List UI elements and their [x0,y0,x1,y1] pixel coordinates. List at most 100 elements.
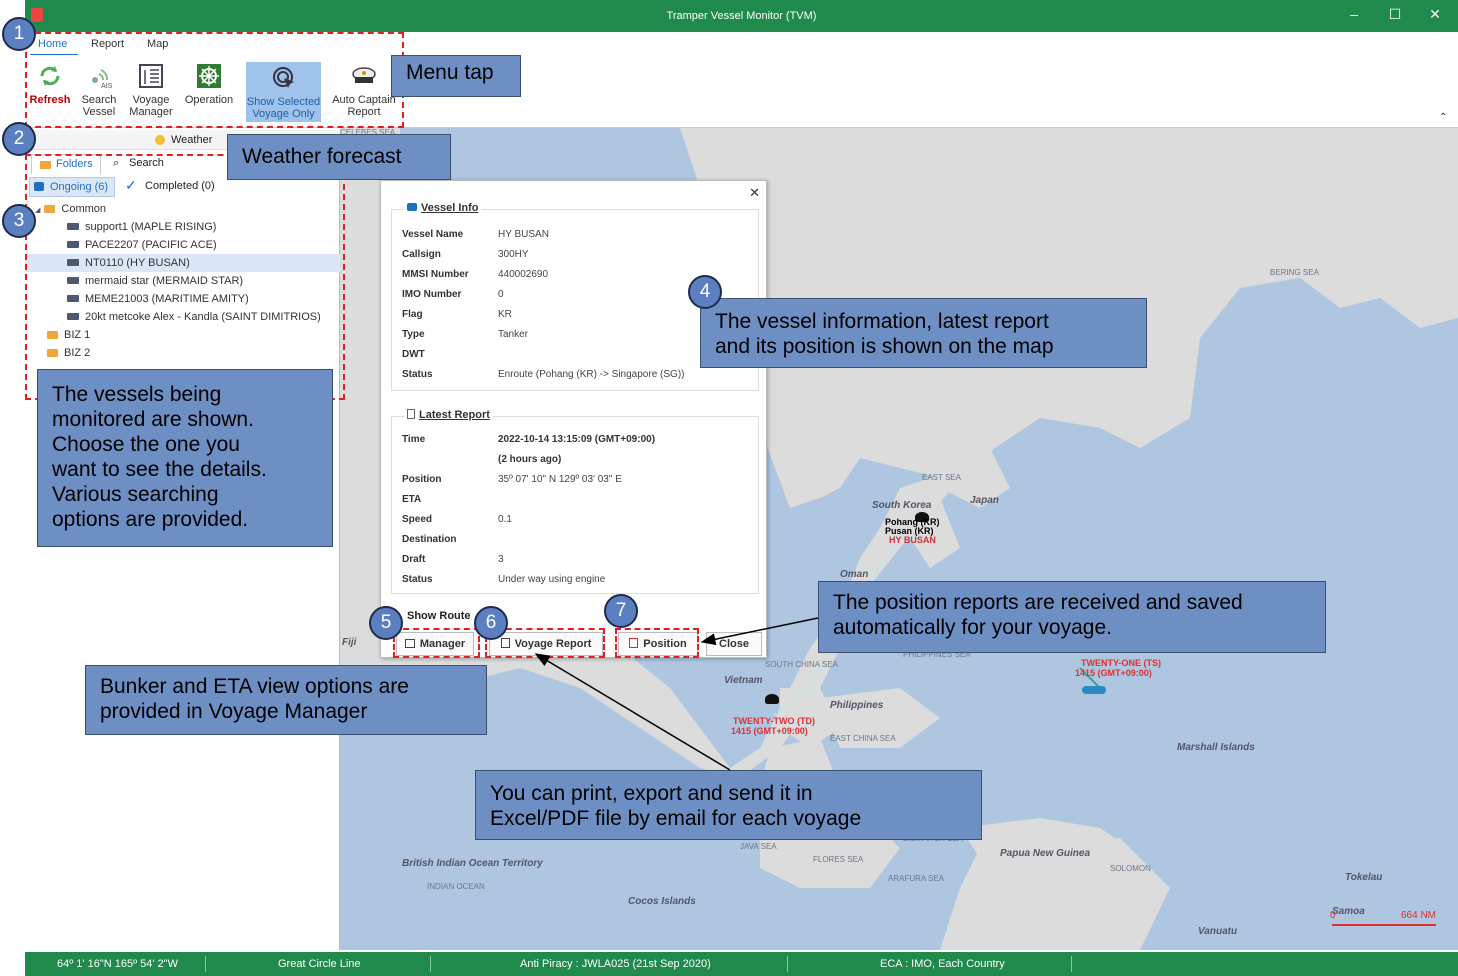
scale-left: 0 [1330,910,1336,921]
map-label: Samoa [1332,906,1365,917]
popup-close-icon[interactable]: ✕ [749,185,760,201]
report-icon [407,409,415,419]
scale-right: 664 NM [1400,910,1436,921]
window-title: Tramper Vessel Monitor (TVM) [666,10,817,22]
info-key: Time [402,434,426,445]
highlight-manager [393,628,480,658]
info-value: Under way using engine [498,574,606,585]
status-anti-piracy[interactable]: Anti Piracy : JWLA025 (21st Sep 2020) [520,958,711,970]
map-label: JAVA SEA [740,842,777,851]
vessel-marker-twenty-two[interactable]: TWENTY-TWO (TD) 1415 (GMT+09:00) [725,692,835,742]
info-value: (2 hours ago) [498,454,562,465]
info-key: IMO Number [402,289,462,300]
map-label: Vietnam [724,675,763,686]
vessel-name-label: HY BUSAN [889,535,936,545]
latest-report-section: Latest Report Time 2022-10-14 13:15:09 (G… [391,409,759,594]
map-label: Vanuatu [1198,926,1238,937]
callout-weather: Weather forecast [227,134,451,180]
callout-voyage-report: You can print, export and send it in Exc… [475,770,982,840]
info-value: 35º 07' 10" N 129º 03' 03" E [498,474,622,485]
info-key: Vessel Name [402,229,464,240]
highlight-left-tree [25,154,345,400]
info-key: Type [402,329,425,340]
status-bar: 64º 1' 16"N 165º 54' 2"W Great Circle Li… [25,952,1458,976]
show-route-label[interactable]: Show Route [407,610,471,622]
map-label: Philippines [830,700,884,711]
ship-info-icon [407,203,417,211]
title-bar: Tramper Vessel Monitor (TVM) – ☐ ✕ [25,0,1458,32]
status-divider [205,956,206,972]
callout-position: The position reports are received and sa… [818,581,1326,653]
info-key: Status [402,574,433,585]
ribbon-collapse-icon[interactable]: ⌃ [1439,112,1447,123]
map-label: INDIAN OCEAN [427,882,485,891]
vessel-twenty-two-time: 1415 (GMT+09:00) [731,726,808,736]
badge-4: 4 [688,275,722,309]
info-value: HY BUSAN [498,229,549,240]
map-label: SOLOMON [1110,864,1151,873]
info-value: Enroute (Pohang (KR) -> Singapore (SG)) [498,369,685,380]
close-button[interactable]: ✕ [1420,6,1450,23]
status-divider [1071,956,1072,972]
map-label: ARAFURA SEA [888,874,945,883]
status-divider [787,956,788,972]
track-dots-icon [1082,686,1106,694]
weather-icon [155,135,165,145]
status-coords: 64º 1' 16"N 165º 54' 2"W [57,958,178,970]
info-value: 0 [498,289,504,300]
info-key: ETA [402,494,422,505]
vessel-marker-hy-busan[interactable]: Pohang (KR) Pusan (KR) HY BUSAN [883,510,1013,550]
info-key: Destination [402,534,457,545]
info-key: Speed [402,514,433,525]
callout-vessel-info: The vessel information, latest report an… [700,298,1147,368]
minimize-button[interactable]: – [1339,6,1369,22]
map-label: Cocos Islands [628,896,696,907]
map-label: British Indian Ocean Territory [402,858,543,869]
map-label: Papua New Guinea [1000,848,1091,859]
badge-2: 2 [2,122,36,156]
status-line-mode[interactable]: Great Circle Line [278,958,361,970]
vessel-twenty-two-label: TWENTY-TWO (TD) [733,716,815,726]
vessel-icon-2 [765,694,779,704]
info-value: 300HY [498,249,529,260]
info-key: Callsign [402,249,441,260]
badge-3: 3 [2,204,36,238]
map-label: Tokelau [1345,872,1383,883]
badge-1: 1 [2,17,36,51]
map-label: Fiji [342,637,357,648]
highlight-ribbon [25,32,404,128]
vessel-twenty-one-time: 1415 (GMT+09:00) [1075,668,1152,678]
info-key: MMSI Number [402,269,469,280]
map-label: BERING SEA [1270,268,1319,277]
badge-7: 7 [604,594,638,628]
vessel-twenty-one-label: TWENTY-ONE (TS) [1081,658,1161,668]
map-label: SOUTH CHINA SEA [765,660,838,669]
info-key: DWT [402,349,425,360]
map-label: Oman [840,569,869,580]
info-value: 0.1 [498,514,512,525]
vessel-info-title-text: Vessel Info [421,202,479,214]
latest-report-title: Latest Report [404,409,493,421]
popup-close-button[interactable]: Close [706,632,762,656]
info-value: 3 [498,554,504,565]
status-eca[interactable]: ECA : IMO, Each Country [880,958,1005,970]
info-value: 2022-10-14 13:15:09 (GMT+09:00) [498,434,656,445]
vessel-marker-twenty-one[interactable]: TWENTY-ONE (TS) 1415 (GMT+09:00) [1075,656,1185,706]
callout-voyage-manager: Bunker and ETA view options are provided… [85,665,487,735]
info-key: Flag [402,309,423,320]
map-scale: 0 664 NM [1330,910,1436,932]
map-label: FLORES SEA [813,855,864,864]
info-key: Position [402,474,442,485]
callout-vessels: The vessels being monitored are shown. C… [37,369,333,547]
scale-bar [1332,924,1436,926]
callout-menu: Menu tap [391,55,521,97]
badge-5: 5 [369,606,403,640]
info-value: KR [498,309,512,320]
maximize-button[interactable]: ☐ [1380,6,1410,23]
vessel-info-title: Vessel Info [404,202,482,214]
info-key: Status [402,369,433,380]
latest-report-title-text: Latest Report [419,409,490,421]
popup-close-label: Close [719,638,749,650]
map-label: EAST SEA [922,473,961,482]
status-divider [430,956,431,972]
